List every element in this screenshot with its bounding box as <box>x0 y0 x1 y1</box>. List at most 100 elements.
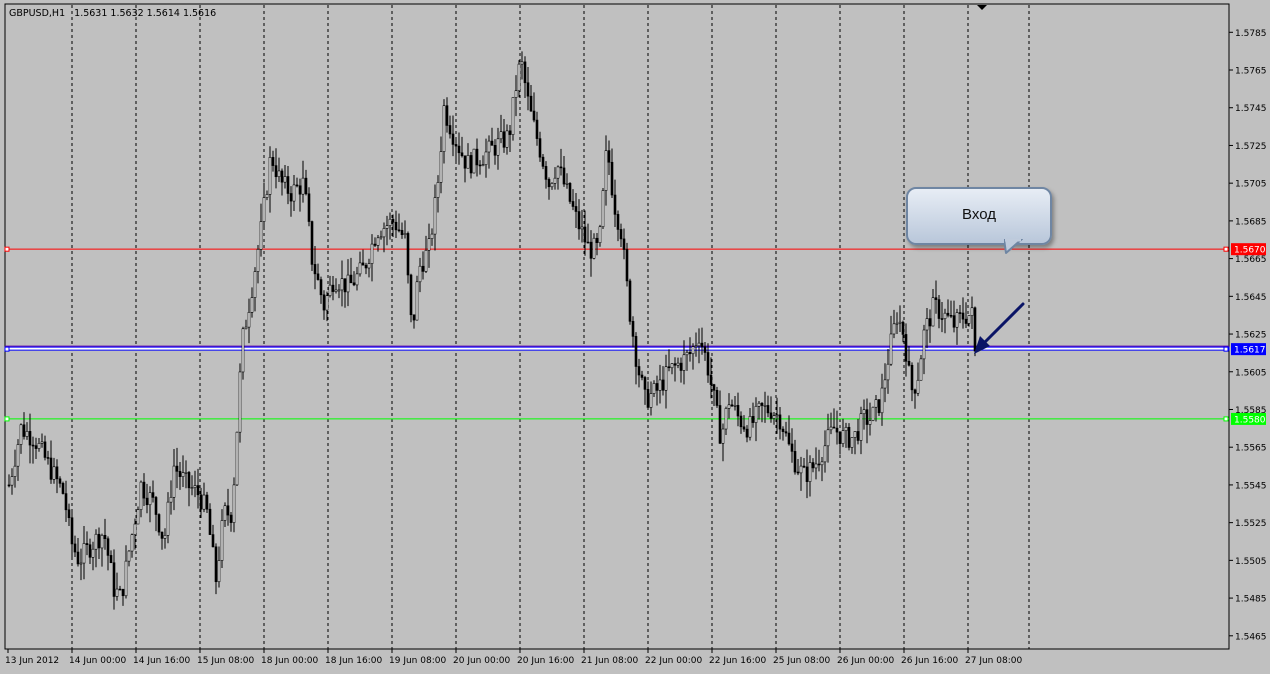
level-handle-right[interactable] <box>1223 346 1229 352</box>
candle-body <box>433 197 437 235</box>
candle-body <box>352 282 356 286</box>
y-tick-label: 1.5685 <box>1235 217 1267 227</box>
candle-body <box>604 150 608 191</box>
price-chart[interactable]: 1.5670 1.5617 1.5580 13 Jun 2012 14 Jun 00:… <box>0 0 1270 670</box>
candle-body <box>757 402 761 407</box>
candle-body <box>907 360 911 366</box>
candle-body <box>805 466 809 482</box>
candle-body <box>358 262 362 275</box>
candle-body <box>649 393 653 408</box>
candle-body <box>709 374 713 385</box>
candle-body <box>112 562 116 597</box>
candle-body <box>271 157 275 166</box>
candle-body <box>688 352 692 355</box>
chart-svg[interactable]: 1.56701.56171.5580 13 Jun 2012 14 Jun 00:… <box>0 0 1270 670</box>
level-handle-left[interactable] <box>4 246 10 252</box>
candle-body <box>199 494 203 510</box>
candle-body <box>838 431 842 444</box>
candle-body <box>211 534 215 548</box>
level-price-label: 1.5617 <box>1234 346 1266 356</box>
candle-body <box>832 426 836 429</box>
level-handle-left[interactable] <box>4 416 10 422</box>
candle-body <box>424 249 428 272</box>
candle-body <box>634 336 638 367</box>
candle-body <box>367 263 371 269</box>
candle-body <box>16 444 20 467</box>
candle-body <box>331 284 335 292</box>
candle-body <box>310 221 314 265</box>
candle-body <box>439 151 443 183</box>
candle-body <box>718 405 722 444</box>
candle-body <box>67 509 71 519</box>
candle-body <box>151 492 155 498</box>
candle-body <box>874 399 878 408</box>
level-line-entry[interactable] <box>4 346 1230 351</box>
candle-body <box>121 588 125 597</box>
candle-body <box>790 443 794 452</box>
chart-header: GBPUSD,H1 1.5631 1.5632 1.5614 1.5616 <box>9 8 216 19</box>
candle-body <box>721 428 725 444</box>
candle-body <box>586 241 590 244</box>
candle-body <box>856 431 860 441</box>
candle-body <box>70 517 74 545</box>
candle-body <box>640 374 644 378</box>
candle-body <box>886 363 890 381</box>
candle-body <box>556 166 560 179</box>
y-tick-label: 1.5485 <box>1235 595 1267 605</box>
candle-body <box>364 264 368 269</box>
candle-body <box>223 505 227 521</box>
candle-body <box>394 221 398 231</box>
y-tick-label: 1.5585 <box>1235 406 1267 416</box>
candle-body <box>208 508 212 535</box>
candle-body <box>559 166 563 169</box>
level-handle-right[interactable] <box>1223 246 1229 252</box>
candle-body <box>955 312 959 328</box>
candle-body <box>772 415 776 419</box>
candle-body <box>706 352 710 376</box>
candle-body <box>748 416 752 438</box>
candle-body <box>145 497 149 506</box>
level-handle-left[interactable] <box>4 346 10 352</box>
candle-body <box>607 150 611 163</box>
candle-body <box>508 130 512 135</box>
candle-body <box>505 130 509 148</box>
candle-body <box>520 61 524 65</box>
candle-body <box>802 465 806 468</box>
x-tick-label: 20 Jun 00:00 <box>453 656 510 666</box>
candle-body <box>967 315 971 324</box>
candle-body <box>340 278 344 291</box>
candle-body <box>391 218 395 223</box>
x-tick-label: 21 Jun 08:00 <box>581 656 638 666</box>
candle-body <box>883 379 887 389</box>
candle-body <box>85 543 89 546</box>
candle-body <box>940 318 944 320</box>
candle-body <box>361 262 365 266</box>
candle-body <box>337 289 341 292</box>
candle-body <box>913 389 917 394</box>
candle-body <box>637 366 641 376</box>
candle-body <box>115 588 119 597</box>
candle-body <box>307 193 311 222</box>
candle-body <box>619 229 623 240</box>
y-tick-label: 1.5745 <box>1235 104 1267 114</box>
candle-body <box>895 322 899 325</box>
candle-body <box>109 555 113 564</box>
candle-body <box>397 229 401 232</box>
level-price-label: 1.5580 <box>1234 415 1266 425</box>
candle-body <box>622 238 626 250</box>
candle-body <box>415 281 419 321</box>
candle-body <box>295 184 299 187</box>
y-tick-label: 1.5785 <box>1235 29 1267 39</box>
candle-body <box>532 110 536 121</box>
candle-body <box>700 342 704 348</box>
candle-body <box>943 312 947 319</box>
candle-body <box>202 494 206 510</box>
candle-body <box>241 328 245 373</box>
candle-body <box>568 183 572 202</box>
level-handle-right[interactable] <box>1223 416 1229 422</box>
candle-body <box>31 444 35 447</box>
candle-body <box>355 273 359 286</box>
candle-body <box>478 164 482 167</box>
candle-body <box>565 183 569 185</box>
candle-body <box>25 431 29 437</box>
